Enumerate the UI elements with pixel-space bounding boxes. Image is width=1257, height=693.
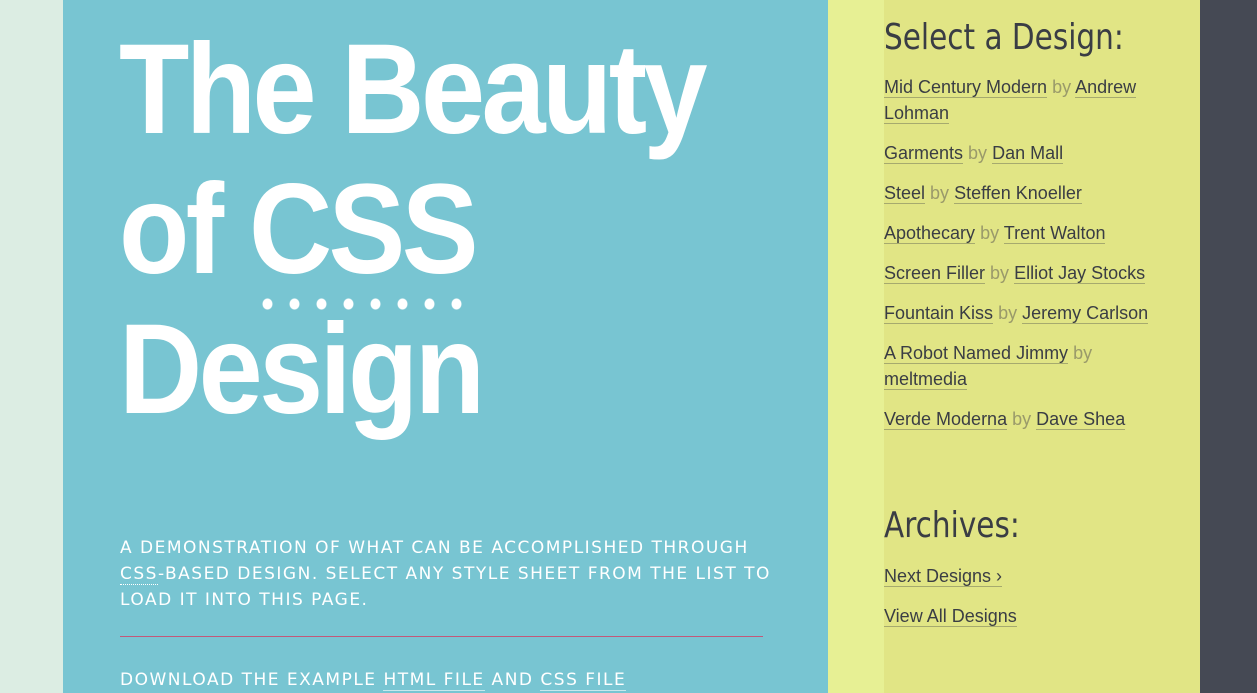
by-label: by xyxy=(1052,77,1072,97)
design-item: Fountain Kiss by Jeremy Carlson xyxy=(884,300,1149,326)
by-label: by xyxy=(1012,409,1032,429)
design-item: A Robot Named Jimmy by meltmedia xyxy=(884,340,1149,392)
design-link[interactable]: Apothecary xyxy=(884,223,976,244)
by-label: by xyxy=(930,183,950,203)
designer-link[interactable]: Dave Shea xyxy=(1036,409,1126,430)
main-content: The Beauty of CSS Design A demonstration… xyxy=(63,0,828,693)
design-link[interactable]: Garments xyxy=(884,143,964,164)
archives-list: Next Designs › View All Designs xyxy=(884,563,1149,643)
title-line-3: Design xyxy=(119,298,485,441)
divider-rule xyxy=(120,636,763,637)
design-link[interactable]: Steel xyxy=(884,183,926,204)
page-title: The Beauty of CSS Design xyxy=(119,18,708,441)
intro-text: A demonstration of what can be accomplis… xyxy=(120,535,780,613)
by-label: by xyxy=(968,143,988,163)
intro-text-end: -based design. Select any style sheet fr… xyxy=(120,564,771,610)
design-item: Verde Moderna by Dave Shea xyxy=(884,406,1149,432)
title-css-abbr: CSS xyxy=(248,158,479,310)
design-list: Mid Century Modern by Andrew Lohman Garm… xyxy=(884,74,1149,446)
by-label: by xyxy=(980,223,1000,243)
download-and: and xyxy=(484,670,541,690)
designer-link[interactable]: Dan Mall xyxy=(992,143,1064,164)
intro-text-start: A demonstration of what can be accomplis… xyxy=(120,538,749,558)
design-link[interactable]: A Robot Named Jimmy xyxy=(884,343,1069,364)
title-line-1: The Beauty xyxy=(119,18,708,161)
left-decorative-strip xyxy=(0,0,63,693)
design-item: Garments by Dan Mall xyxy=(884,140,1149,166)
design-link[interactable]: Mid Century Modern xyxy=(884,77,1048,98)
design-item: Apothecary by Trent Walton xyxy=(884,220,1149,246)
design-item: Steel by Steffen Knoeller xyxy=(884,180,1149,206)
title-line-2: of CSS xyxy=(119,158,695,310)
view-all-designs-link[interactable]: View All Designs xyxy=(884,606,1017,627)
designer-link[interactable]: Trent Walton xyxy=(1003,223,1106,244)
select-design-heading: Select a Design: xyxy=(884,17,1124,58)
designer-link[interactable]: Elliot Jay Stocks xyxy=(1014,263,1146,284)
by-label: by xyxy=(1073,343,1093,363)
design-link[interactable]: Fountain Kiss xyxy=(884,303,994,324)
designer-link[interactable]: meltmedia xyxy=(884,369,968,390)
page: The Beauty of CSS Design A demonstration… xyxy=(0,0,1257,693)
intro-css-abbr: CSS xyxy=(120,564,158,585)
title-of-word: of xyxy=(119,158,224,301)
yellow-decorative-strip xyxy=(828,0,884,693)
archive-item: Next Designs › xyxy=(884,563,1149,589)
html-file-link[interactable]: html file xyxy=(383,670,485,691)
design-item: Mid Century Modern by Andrew Lohman xyxy=(884,74,1149,126)
download-line: Download the example html file and css f… xyxy=(120,667,780,693)
design-link[interactable]: Screen Filler xyxy=(884,263,986,284)
by-label: by xyxy=(990,263,1010,283)
archive-item: View All Designs xyxy=(884,603,1149,629)
dark-decorative-strip xyxy=(1200,0,1257,693)
download-prefix: Download the example xyxy=(120,670,384,690)
by-label: by xyxy=(998,303,1018,323)
design-item: Screen Filler by Elliot Jay Stocks xyxy=(884,260,1149,286)
sidebar: Select a Design: Mid Century Modern by A… xyxy=(884,0,1200,693)
archives-heading: Archives: xyxy=(884,505,1020,546)
next-designs-link[interactable]: Next Designs › xyxy=(884,566,1003,587)
designer-link[interactable]: Jeremy Carlson xyxy=(1022,303,1149,324)
design-link[interactable]: Verde Moderna xyxy=(884,409,1008,430)
css-file-link[interactable]: css file xyxy=(540,670,627,691)
designer-link[interactable]: Steffen Knoeller xyxy=(954,183,1082,204)
